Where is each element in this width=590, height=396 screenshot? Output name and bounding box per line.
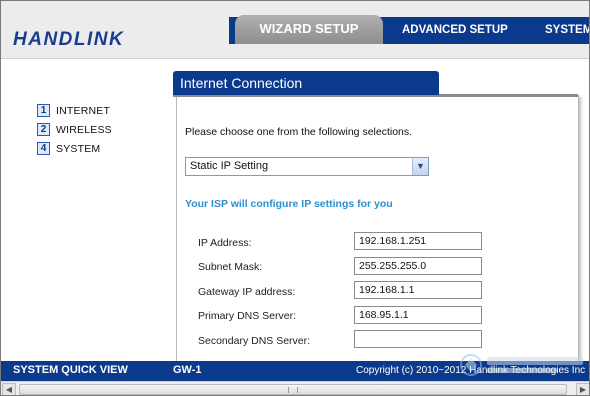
ip-address-label: IP Address: [198,237,252,249]
ip-address-field[interactable] [354,232,482,250]
model-name: GW-1 [173,364,202,376]
step-number-badge: 2 [37,123,50,136]
watermark-logo [460,354,583,376]
panel-title: Internet Connection [173,71,439,95]
browser-frame: HANDLINK WIZARD SETUP ADVANCED SETUP SYS… [0,0,590,396]
grip-icon [288,387,298,393]
secondary-dns-field[interactable] [354,330,482,348]
isp-note: Your ISP will configure IP settings for … [185,198,393,210]
primary-dns-label: Primary DNS Server: [198,310,297,322]
sidebar-item-label: INTERNET [56,104,111,117]
wizard-steps-sidebar: 1 INTERNET 2 WIRELESS 4 SYSTEM [37,101,112,158]
tab-wizard-setup[interactable]: WIZARD SETUP [235,15,383,44]
subnet-mask-label: Subnet Mask: [198,261,263,273]
tab-system[interactable]: SYSTEM [545,17,589,44]
gateway-field[interactable] [354,281,482,299]
chevron-down-icon[interactable]: ▼ [412,158,428,175]
step-number-badge: 4 [37,142,50,155]
tab-advanced-setup[interactable]: ADVANCED SETUP [402,17,508,44]
sidebar-item-label: WIRELESS [56,123,112,136]
step-number-badge: 1 [37,104,50,117]
connection-type-select[interactable]: Static IP Setting ▼ [185,157,429,176]
sidebar-item-internet[interactable]: 1 INTERNET [37,101,112,120]
secondary-dns-label: Secondary DNS Server: [198,335,311,347]
scrollbar-thumb[interactable] [19,384,567,395]
gateway-label: Gateway IP address: [198,286,296,298]
sidebar-item-label: SYSTEM [56,142,101,155]
selection-prompt: Please choose one from the following sel… [185,126,413,138]
primary-dns-field[interactable] [354,306,482,324]
subnet-mask-field[interactable] [354,257,482,275]
sidebar-item-wireless[interactable]: 2 WIRELESS [37,120,112,139]
system-quick-view[interactable]: SYSTEM QUICK VIEW [13,364,128,376]
arrow-right-icon[interactable]: ▶ [576,383,589,395]
sidebar-item-system[interactable]: 4 SYSTEM [37,139,112,158]
horizontal-scrollbar[interactable]: ◀ ▶ [1,381,589,395]
top-nav: WIZARD SETUP ADVANCED SETUP SYSTEM [229,15,589,44]
header: HANDLINK WIZARD SETUP ADVANCED SETUP SYS… [1,1,589,59]
handlink-logo: HANDLINK [13,29,125,50]
connection-type-value: Static IP Setting [190,160,269,172]
arrow-left-icon[interactable]: ◀ [2,383,16,395]
